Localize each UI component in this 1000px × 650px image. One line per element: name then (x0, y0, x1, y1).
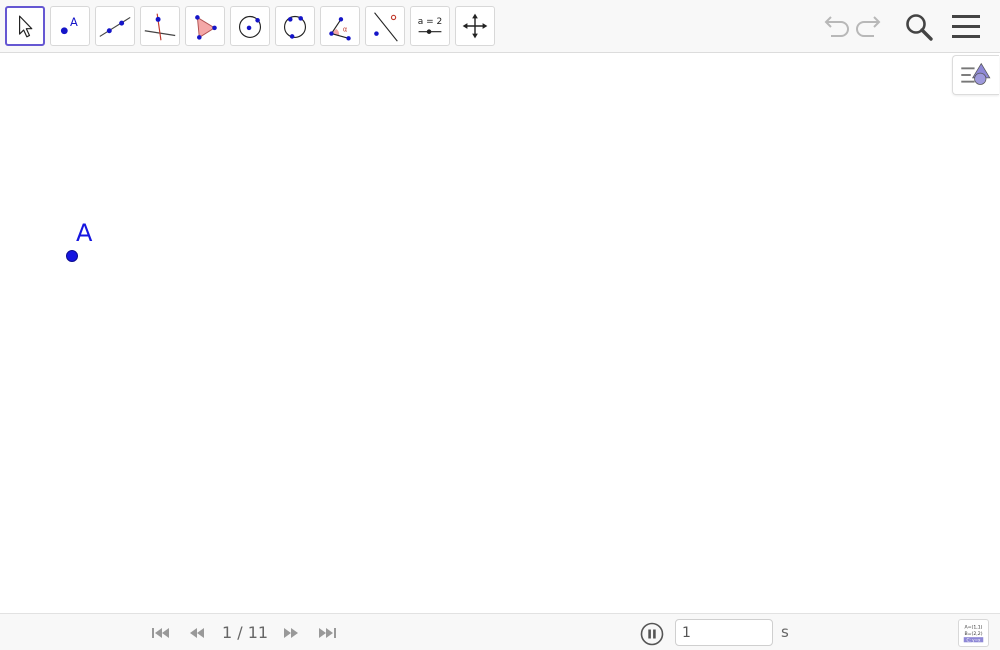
search-button[interactable] (902, 10, 936, 44)
svg-text:A: A (70, 15, 78, 29)
reflect-icon (374, 12, 398, 42)
last-step-button[interactable] (315, 623, 339, 643)
angle-icon: α (329, 17, 351, 41)
arrow-cursor-icon (19, 15, 33, 38)
redo-button[interactable] (854, 10, 888, 44)
style-bar-icon (961, 62, 991, 85)
speed-unit-label: s (781, 623, 789, 641)
tool-polygon[interactable]: Polygon (185, 6, 225, 46)
next-step-icon (284, 628, 298, 638)
slider-icon-glyph: a = 2 (418, 17, 443, 27)
algebra-view-toggle[interactable]: A=(1,1) B=(2,2) C: y=x (958, 619, 989, 647)
tool-circle-center[interactable]: Circle with Center through Point (230, 6, 270, 46)
speed-input[interactable] (675, 619, 773, 646)
move-view-icon (462, 13, 488, 39)
next-step-button[interactable] (279, 623, 303, 643)
line-icon (99, 16, 131, 37)
algebra-icon-line-2: B=(2,2) (964, 631, 982, 637)
tool-move[interactable]: Move (5, 6, 45, 46)
algebra-icon-line-3: C: y=x (966, 637, 981, 642)
toolbar: Move Point A Line Perpendicular Line Pol… (0, 0, 1000, 53)
tool-slider[interactable]: Slider a = 2 (410, 6, 450, 46)
last-step-icon (319, 628, 336, 638)
tool-perpendicular-line[interactable]: Perpendicular Line (140, 6, 180, 46)
circle-three-points-icon (283, 15, 307, 39)
construction-protocol-bar: 1 / 11 s A=(1,1) B=(2,2) C: y=x (0, 613, 1000, 650)
point-icon: A (60, 15, 78, 35)
point-a[interactable] (66, 250, 78, 262)
tool-angle[interactable]: Angle α (320, 6, 360, 46)
step-counter: 1 / 11 (222, 623, 269, 642)
tool-line[interactable]: Line (95, 6, 135, 46)
first-step-button[interactable] (149, 623, 173, 643)
style-bar-toggle[interactable] (952, 55, 999, 95)
previous-step-icon (190, 628, 204, 638)
pause-icon (640, 622, 664, 646)
tool-move-graphics-view[interactable]: Move Graphics View (455, 6, 495, 46)
first-step-icon (152, 628, 169, 638)
circle-center-icon (238, 15, 262, 38)
redo-icon (856, 16, 881, 37)
svg-text:α: α (343, 26, 348, 34)
hamburger-menu-icon (952, 15, 980, 38)
perpendicular-line-icon (144, 13, 176, 41)
tool-circle-three-points[interactable]: Circle through 3 Points (275, 6, 315, 46)
main-menu-button[interactable] (949, 10, 983, 44)
algebra-view-icon: A=(1,1) B=(2,2) C: y=x (963, 624, 984, 642)
graphics-view[interactable]: A (0, 53, 1000, 613)
tool-point[interactable]: Point A (50, 6, 90, 46)
undo-icon (824, 16, 849, 37)
search-icon (906, 14, 933, 41)
point-a-label: A (76, 219, 93, 247)
polygon-icon (195, 15, 217, 40)
tool-reflect[interactable]: Reflect about Line (365, 6, 405, 46)
previous-step-button[interactable] (185, 623, 209, 643)
slider-icon: a = 2 (418, 17, 443, 34)
pause-button[interactable] (640, 622, 664, 646)
undo-button[interactable] (817, 10, 851, 44)
algebra-icon-line-1: A=(1,1) (964, 624, 982, 630)
